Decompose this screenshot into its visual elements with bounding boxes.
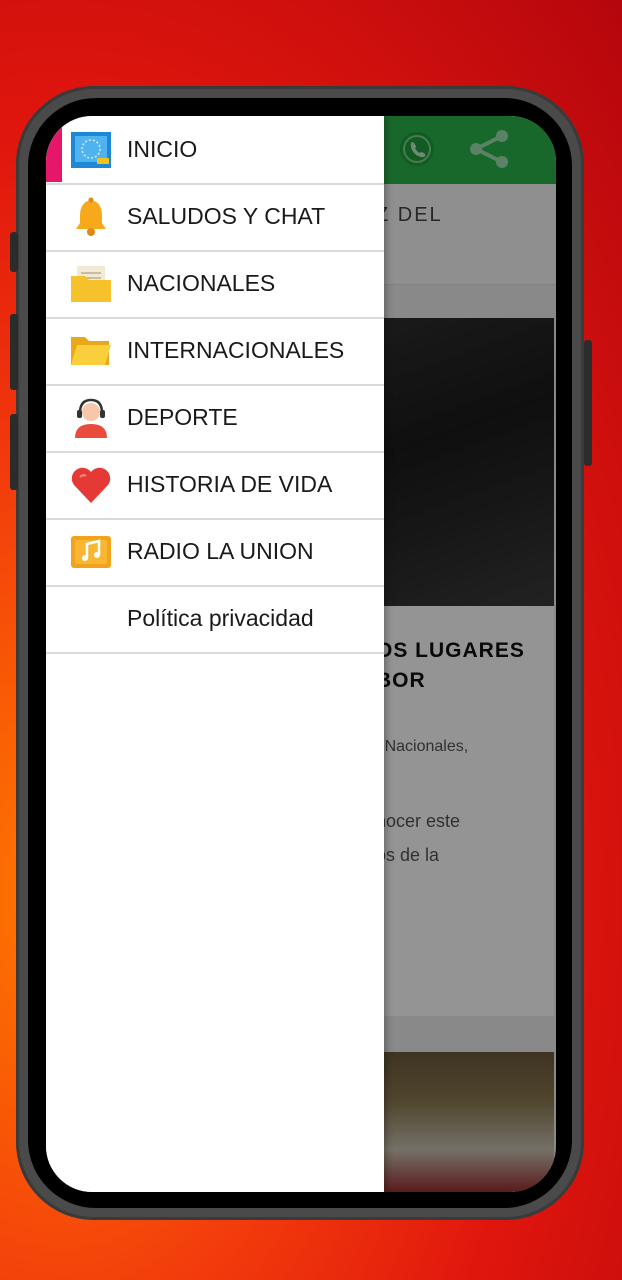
drawer-item-label: INICIO <box>127 136 198 162</box>
phone-side-button <box>584 340 592 466</box>
phone-side-button <box>10 414 18 490</box>
drawer-item-politica-privacidad[interactable]: Política privacidad <box>46 585 384 654</box>
drawer-item-label: HISTORIA DE VIDA <box>127 471 333 497</box>
drawer-item-inicio[interactable]: INICIO <box>46 116 384 185</box>
phone-side-button <box>10 314 18 390</box>
music-note-icon <box>68 529 114 575</box>
drawer-item-label: DEPORTE <box>127 404 238 430</box>
drawer-item-label: INTERNACIONALES <box>127 337 345 363</box>
open-folder-icon <box>68 328 114 374</box>
bell-icon <box>68 194 114 240</box>
folder-document-icon <box>68 261 114 307</box>
phone-side-button <box>10 232 18 272</box>
headset-person-icon <box>68 395 114 441</box>
drawer-item-label: RADIO LA UNION <box>127 538 314 564</box>
phone-screen: Z DEL OS LUGARES BOR | Nacionales, nocer… <box>46 116 556 1192</box>
heart-icon <box>68 462 114 508</box>
drawer-item-saludos-y-chat[interactable]: SALUDOS Y CHAT <box>46 183 384 252</box>
drawer-scrim[interactable] <box>384 116 556 1192</box>
drawer-item-label: Política privacidad <box>127 605 314 631</box>
drawer-item-historia-de-vida[interactable]: HISTORIA DE VIDA <box>46 451 384 520</box>
drawer-item-deporte[interactable]: DEPORTE <box>46 384 384 453</box>
drawer-item-label: NACIONALES <box>127 270 276 296</box>
navigation-drawer: INICIO SALUDOS Y CHAT NACIONALES INTERNA… <box>46 116 384 1192</box>
drawer-item-radio-la-union[interactable]: RADIO LA UNION <box>46 518 384 587</box>
map-icon <box>68 127 114 173</box>
drawer-item-nacionales[interactable]: NACIONALES <box>46 250 384 319</box>
drawer-item-label: SALUDOS Y CHAT <box>127 203 326 229</box>
drawer-item-internacionales[interactable]: INTERNACIONALES <box>46 317 384 386</box>
